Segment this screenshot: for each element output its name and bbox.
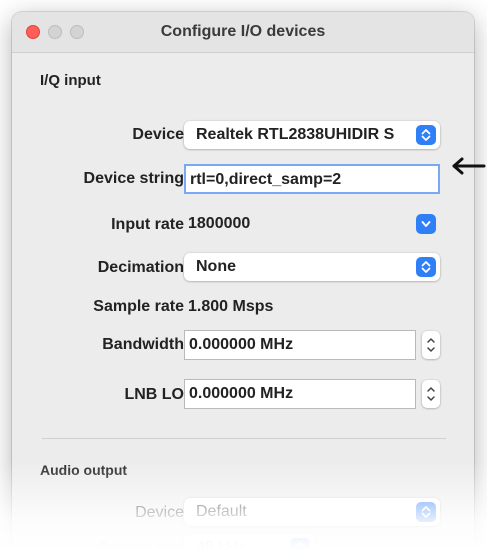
title-bar: Configure I/O devices: [12, 12, 474, 53]
bandwidth-value: 0.000000 MHz: [189, 336, 294, 353]
bandwidth-label: Bandwidth: [102, 336, 184, 353]
audio-sample-rate-popup[interactable]: 48 kHz: [184, 534, 314, 551]
audio-device-value: Default: [196, 503, 247, 520]
audio-output-section-label: Audio output: [40, 462, 128, 478]
window-title: Configure I/O devices: [160, 23, 326, 40]
decimation-label: Decimation: [97, 259, 184, 276]
audio-sample-rate-value: 48 kHz: [196, 539, 246, 551]
input-rate-value: 1800000: [188, 215, 251, 232]
popup-chevron-icon: [416, 502, 436, 522]
popup-chevron-icon: [416, 125, 436, 145]
iq-input-section-label: I/Q input: [40, 72, 101, 89]
device-string-field[interactable]: rtl=0,direct_samp=2: [184, 164, 440, 194]
sample-rate-value: 1.800 Msps: [188, 298, 274, 315]
configure-io-window: Configure I/O devices I/Q input Device R…: [12, 12, 474, 551]
audio-sample-rate-label: Sample rate: [97, 540, 184, 551]
audio-device-popup[interactable]: Default: [184, 498, 440, 526]
stepper-arrows-icon: [427, 338, 435, 352]
popup-chevron-icon: [290, 538, 310, 551]
lnb-lo-value: 0.000000 MHz: [189, 385, 294, 402]
decimation-value: None: [196, 258, 236, 275]
lnb-lo-stepper[interactable]: [422, 380, 440, 408]
stepper-arrows-icon: [427, 387, 435, 401]
chevron-down-icon[interactable]: [416, 214, 436, 234]
lnb-lo-label: LNB LO: [124, 386, 184, 403]
input-rate-combobox[interactable]: 1800000: [184, 210, 440, 238]
input-rate-label: Input rate: [111, 216, 184, 233]
left-arrow-icon: [452, 157, 486, 175]
iq-device-label: Device: [132, 126, 184, 143]
decimation-popup[interactable]: None: [184, 253, 440, 281]
section-divider: [42, 438, 446, 439]
iq-device-value: Realtek RTL2838UHIDIR S: [196, 126, 395, 143]
bandwidth-field[interactable]: 0.000000 MHz: [184, 330, 416, 360]
device-string-label: Device string: [83, 170, 184, 187]
sample-rate-label: Sample rate: [93, 298, 184, 315]
audio-device-label: Device: [135, 504, 184, 521]
lnb-lo-field[interactable]: 0.000000 MHz: [184, 379, 416, 409]
device-string-value: rtl=0,direct_samp=2: [190, 171, 342, 188]
popup-chevron-icon: [416, 257, 436, 277]
bandwidth-stepper[interactable]: [422, 331, 440, 359]
iq-device-popup[interactable]: Realtek RTL2838UHIDIR S: [184, 121, 440, 149]
